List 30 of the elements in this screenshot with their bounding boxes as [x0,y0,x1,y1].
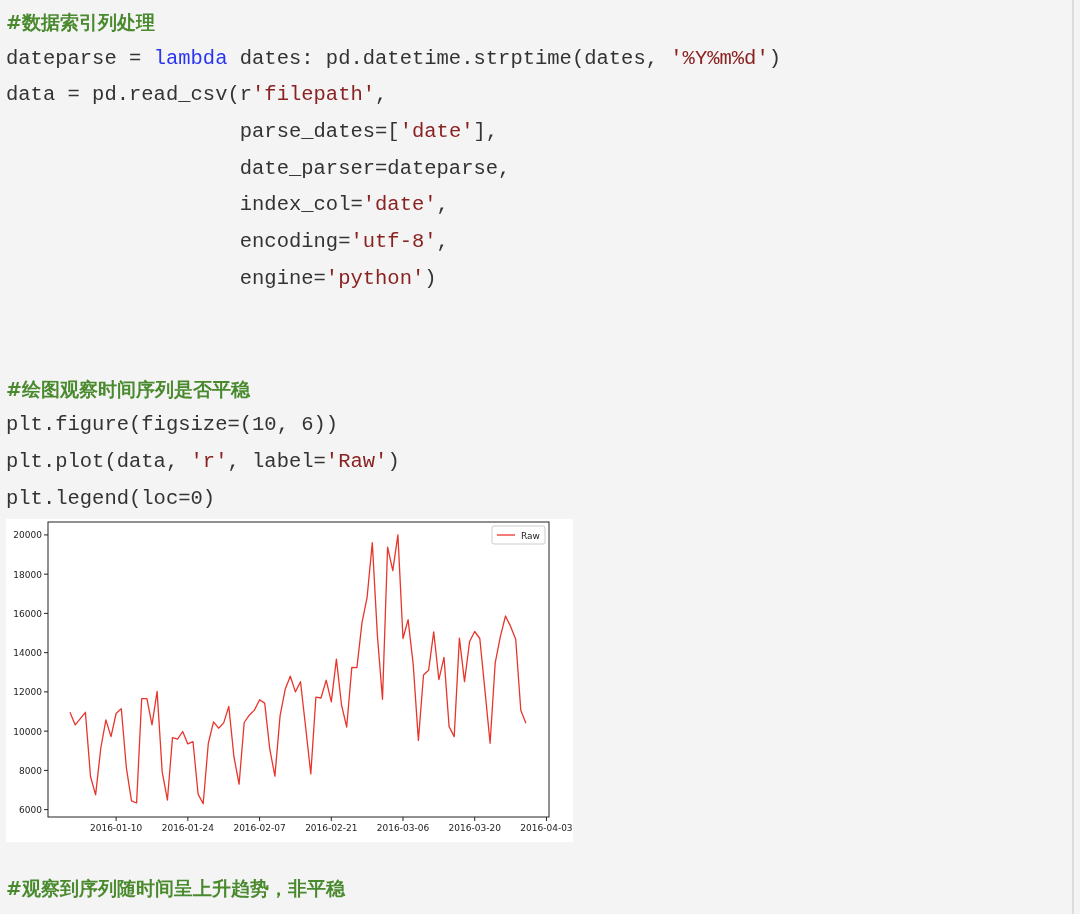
axis-tick-label: 12000 [13,687,42,698]
code-line: parse_dates=['date'], [238,119,499,146]
axis-tick-label: 20000 [13,530,42,541]
legend-box [491,525,546,545]
axis-tick-label: 10000 [13,726,42,737]
axis-tick-label: 2016-01-24 [161,823,214,834]
axis-tick-label: 2016-01-10 [90,823,143,834]
code-line: plt.plot(data, 'r', label='Raw') [6,448,400,475]
code-comment: #绘图观察时间序列是否平稳 [6,376,250,402]
code-line: encoding='utf-8', [238,229,449,256]
axis-tick-label: 2016-03-20 [448,823,501,834]
axis-tick-label: 2016-02-21 [305,823,358,834]
code-comment: #观察到序列随时间呈上升趋势，非平稳 [6,876,345,902]
axis-tick-label: 18000 [13,569,42,580]
code-line: plt.figure(figsize=(10, 6)) [6,412,339,439]
axis-tick-label: 14000 [13,648,42,659]
code-line: date_parser=dateparse, [238,155,511,182]
axis-tick-label: 16000 [13,609,42,620]
code-comment: #数据索引列处理 [6,10,155,35]
code-line: index_col='date', [238,192,449,219]
axis-tick-label: 6000 [19,805,42,816]
code-line: data = pd.read_csv(r'filepath', [6,82,388,109]
axis-tick-label: 2016-02-07 [233,823,286,834]
legend-label: Raw [521,530,540,541]
axis-tick-label: 2016-03-06 [376,823,430,834]
axis-tick-label: 2016-04-03 [520,823,573,834]
code-line: engine='python') [238,265,437,292]
code-line: dateparse = lambda dates: pd.datetime.strptime(dates, '%Y%m%d') [6,45,782,72]
code-line: plt.legend(loc=0) [6,485,216,512]
axis-tick-label: 8000 [19,766,42,777]
